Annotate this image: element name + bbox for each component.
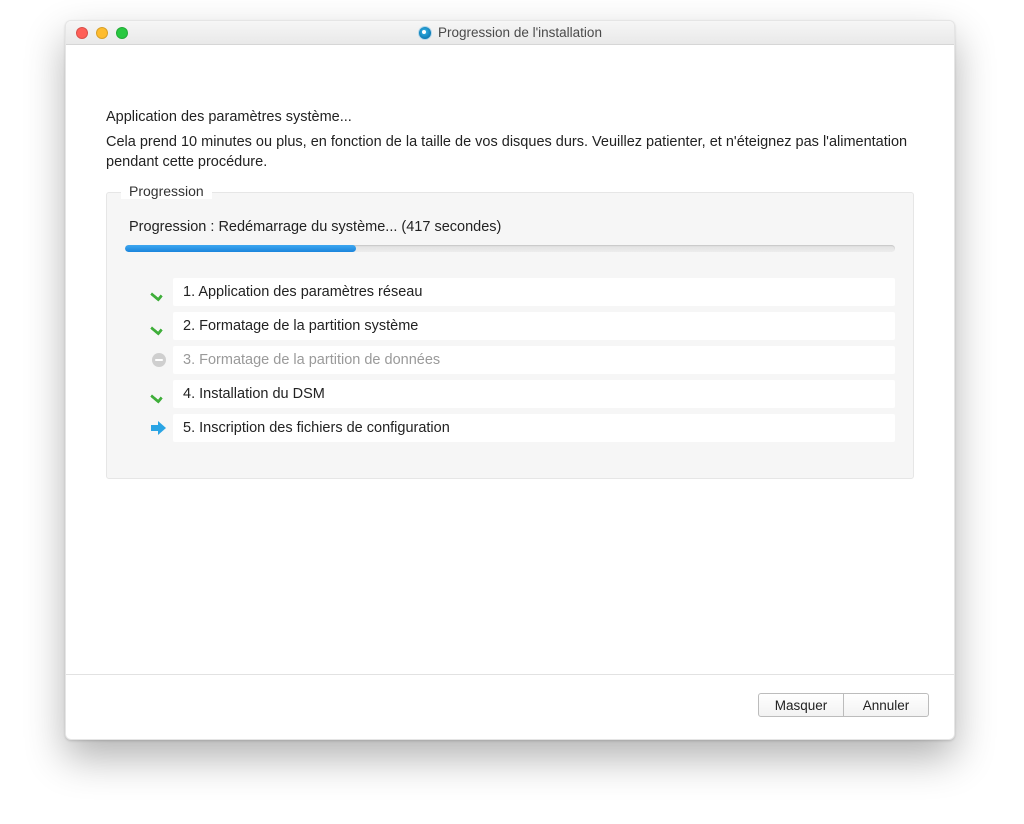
minimize-icon[interactable] (96, 27, 108, 39)
check-icon (151, 286, 167, 298)
step-label: 5. Inscription des fichiers de configura… (173, 414, 895, 442)
progress-panel: Progression Progression : Redémarrage du… (106, 192, 914, 479)
progress-status-text: Progression : Redémarrage du système... … (129, 219, 895, 235)
step-row: 3. Formatage de la partition de données (145, 346, 895, 374)
step-row: 5. Inscription des fichiers de configura… (145, 414, 895, 442)
check-icon (151, 320, 167, 332)
hide-button[interactable]: Masquer (758, 693, 844, 717)
page-heading: Application des paramètres système... (106, 109, 914, 125)
content-area: Application des paramètres système... Ce… (66, 45, 954, 674)
titlebar: Progression de l'installation (66, 21, 954, 45)
step-label: 4. Installation du DSM (173, 380, 895, 408)
step-row: 1. Application des paramètres réseau (145, 278, 895, 306)
window-title: Progression de l'installation (438, 25, 602, 40)
window-title-wrap: Progression de l'installation (66, 25, 954, 40)
progress-bar-fill (125, 245, 356, 252)
step-label: 3. Formatage de la partition de données (173, 346, 895, 374)
progress-bar (125, 245, 895, 252)
arrow-icon (151, 421, 167, 435)
panel-legend: Progression (121, 183, 212, 199)
cancel-button[interactable]: Annuler (843, 693, 929, 717)
footer: Masquer Annuler (66, 674, 954, 739)
window-controls (66, 27, 128, 39)
step-row: 4. Installation du DSM (145, 380, 895, 408)
page-subtext: Cela prend 10 minutes ou plus, en foncti… (106, 133, 914, 172)
installer-window: Progression de l'installation Applicatio… (65, 20, 955, 740)
step-label: 2. Formatage de la partition système (173, 312, 895, 340)
step-row: 2. Formatage de la partition système (145, 312, 895, 340)
zoom-icon[interactable] (116, 27, 128, 39)
close-icon[interactable] (76, 27, 88, 39)
app-icon (418, 26, 432, 40)
check-icon (151, 388, 167, 400)
steps-list: 1. Application des paramètres réseau 2. … (125, 278, 895, 442)
skip-icon (152, 353, 166, 367)
step-label: 1. Application des paramètres réseau (173, 278, 895, 306)
